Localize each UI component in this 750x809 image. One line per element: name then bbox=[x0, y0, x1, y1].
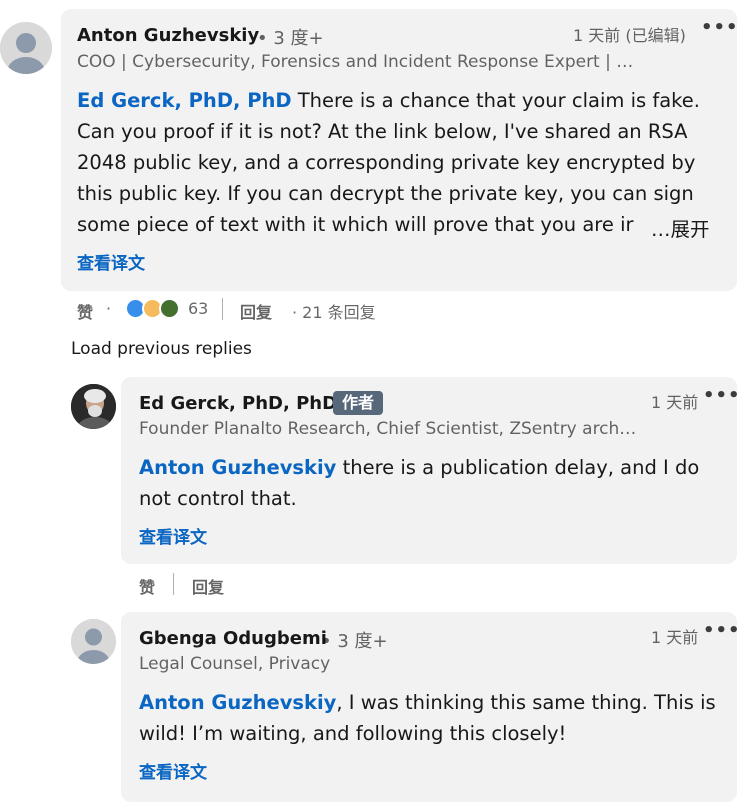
like-button[interactable]: 赞 bbox=[77, 299, 93, 323]
like-button[interactable]: 赞 bbox=[139, 574, 155, 598]
see-translation-link[interactable]: 查看译文 bbox=[139, 758, 207, 783]
divider bbox=[173, 573, 174, 595]
reply-count[interactable]: · 21 条回复 bbox=[292, 299, 376, 323]
reply-button[interactable]: 回复 bbox=[192, 574, 224, 598]
separator-dot: · bbox=[106, 299, 112, 318]
profile-photo bbox=[71, 384, 116, 429]
person-icon bbox=[0, 22, 52, 74]
divider bbox=[222, 298, 223, 320]
reply-text-line: not control that. bbox=[139, 487, 297, 510]
author-badge: 作者 bbox=[333, 391, 384, 415]
author-headline: Founder Planalto Research, Chief Scienti… bbox=[139, 419, 637, 439]
more-options-icon[interactable]: ••• bbox=[701, 17, 739, 38]
connection-degree: • 3 度+ bbox=[321, 631, 388, 652]
reactions-icon-group[interactable] bbox=[125, 298, 185, 320]
avatar[interactable] bbox=[71, 384, 116, 429]
avatar[interactable] bbox=[0, 22, 52, 74]
reply-timestamp: 1 天前 bbox=[651, 393, 699, 412]
comment-author-name[interactable]: Anton Guzhevskiy bbox=[77, 25, 259, 46]
reply-text-line: wild! I’m waiting, and following this cl… bbox=[139, 722, 567, 745]
mention-link[interactable]: Ed Gerck, PhD, PhD bbox=[77, 89, 292, 112]
reply-card: Gbenga Odugbemi • 3 度+ 1 天前 ••• Legal Co… bbox=[121, 612, 740, 802]
support-reaction-icon bbox=[159, 298, 180, 319]
comment-text-line: Ed Gerck, PhD, PhD There is a chance tha… bbox=[77, 89, 700, 112]
more-options-icon[interactable]: ••• bbox=[703, 385, 741, 406]
reply-author-name[interactable]: Gbenga Odugbemi bbox=[139, 628, 327, 649]
comment-text-line: this public key. If you can decrypt the … bbox=[77, 182, 694, 205]
person-icon bbox=[71, 619, 116, 664]
author-headline: Legal Counsel, Privacy bbox=[139, 654, 331, 674]
reply-text-line: Anton Guzhevskiy there is a publication … bbox=[139, 456, 700, 479]
reply-author-name[interactable]: Ed Gerck, PhD, PhD bbox=[139, 393, 337, 414]
comment-text-line: some piece of text with it which will pr… bbox=[77, 213, 634, 236]
comment-card: Anton Guzhevskiy • 3 度+ 1 天前 (已编辑) ••• C… bbox=[61, 9, 739, 291]
expand-link[interactable]: …展开 bbox=[651, 213, 710, 242]
reply-card: Ed Gerck, PhD, PhD 作者 1 天前 ••• Founder P… bbox=[121, 377, 740, 564]
reaction-count[interactable]: 63 bbox=[188, 299, 208, 318]
comment-timestamp: 1 天前 (已编辑) bbox=[573, 26, 686, 45]
avatar[interactable] bbox=[71, 619, 116, 664]
see-translation-link[interactable]: 查看译文 bbox=[139, 523, 207, 548]
see-translation-link[interactable]: 查看译文 bbox=[77, 249, 145, 274]
author-headline: COO | Cybersecurity, Forensics and Incid… bbox=[77, 52, 634, 72]
comment-text-line: 2048 public key, and a corresponding pri… bbox=[77, 151, 696, 174]
mention-link[interactable]: Anton Guzhevskiy bbox=[139, 456, 336, 479]
mention-link[interactable]: Anton Guzhevskiy bbox=[139, 691, 336, 714]
connection-degree: • 3 度+ bbox=[257, 28, 324, 49]
reply-text-line: Anton Guzhevskiy, I was thinking this sa… bbox=[139, 691, 716, 714]
reply-timestamp: 1 天前 bbox=[651, 628, 699, 647]
more-options-icon[interactable]: ••• bbox=[703, 620, 741, 641]
reply-button[interactable]: 回复 bbox=[240, 299, 272, 323]
comment-text-line: Can you proof if it is not? At the link … bbox=[77, 120, 688, 143]
load-previous-replies-button[interactable]: Load previous replies bbox=[71, 339, 252, 359]
